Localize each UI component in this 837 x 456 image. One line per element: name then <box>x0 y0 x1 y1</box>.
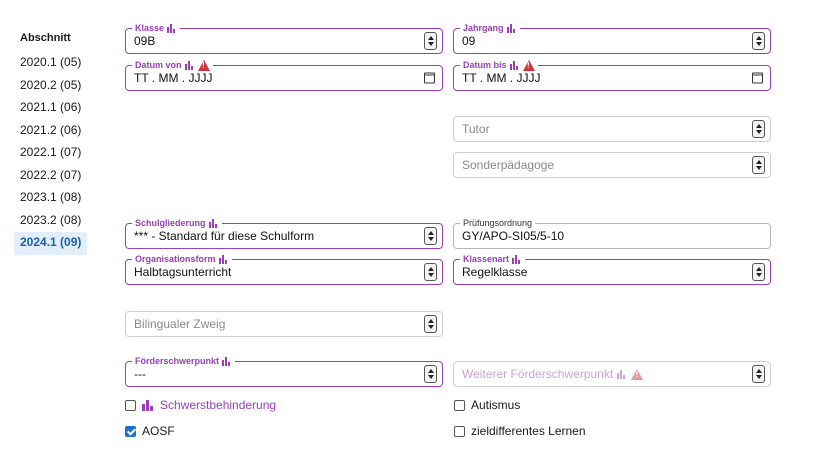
pruefungsordnung-field[interactable]: Prüfungsordnung GY/APO-SI05/5-10 <box>453 217 771 249</box>
bar-chart-icon <box>167 23 177 33</box>
foerderschwerpunkt-value: --- <box>134 367 146 381</box>
bilingualer-zweig-select[interactable]: Bilingualer Zweig <box>125 311 443 337</box>
jahrgang-value: 09 <box>462 34 476 48</box>
sidebar-item-2023-2[interactable]: 2023.2 (08) <box>14 210 104 233</box>
sidebar-item-2024-1[interactable]: 2024.1 (09) <box>14 232 87 255</box>
sonderpaedagoge-select[interactable]: Sonderpädagoge <box>453 152 771 178</box>
klasse-select[interactable]: Klasse 09B <box>125 22 443 54</box>
checkbox-box[interactable] <box>454 399 465 411</box>
datum-bis-value: TT . MM . JJJJ <box>462 71 541 85</box>
datum-bis-input[interactable]: Datum bis TT . MM . JJJJ <box>453 59 771 91</box>
schwerstbehinderung-label: Schwerstbehinderung <box>160 398 277 412</box>
sonderpaedagoge-placeholder: Sonderpädagoge <box>462 158 555 172</box>
jahrgang-select[interactable]: Jahrgang 09 <box>453 22 771 54</box>
spinner-arrows-icon[interactable] <box>424 227 437 245</box>
sidebar-item-2021-1[interactable]: 2021.1 (06) <box>14 97 104 120</box>
tutor-placeholder: Tutor <box>462 122 490 136</box>
sidebar-item-2020-2[interactable]: 2020.2 (05) <box>14 75 104 98</box>
sidebar-item-2022-2[interactable]: 2022.2 (07) <box>14 165 104 188</box>
spinner-arrows-icon[interactable] <box>752 156 765 174</box>
autismus-label: Autismus <box>471 398 521 412</box>
calendar-icon[interactable] <box>752 72 763 84</box>
spinner-arrows-icon[interactable] <box>752 365 765 383</box>
sidebar-item-2020-1[interactable]: 2020.1 (05) <box>14 52 104 75</box>
spinner-arrows-icon[interactable] <box>424 263 437 281</box>
organisationsform-value: Halbtagsunterricht <box>134 265 232 279</box>
schwerstbehinderung-checkbox[interactable]: Schwerstbehinderung <box>125 398 276 412</box>
zieldifferentes-lernen-checkbox[interactable]: zieldifferentes Lernen <box>454 424 586 438</box>
sidebar-item-2023-1[interactable]: 2023.1 (08) <box>14 187 104 210</box>
bar-chart-icon <box>506 23 517 33</box>
foerderschwerpunkt-label: Förderschwerpunkt <box>132 355 236 367</box>
weiterer-foerderschwerpunkt-placeholder-text: Weiterer Förderschwerpunkt <box>462 367 614 381</box>
klassenart-select[interactable]: Klassenart Regelklasse <box>453 253 771 285</box>
section-sidebar: Abschnitt 2020.1 (05) 2020.2 (05) 2021.1… <box>14 26 104 255</box>
aosf-checkbox[interactable]: AOSF <box>125 424 175 438</box>
pruefungsordnung-value: GY/APO-SI05/5-10 <box>462 229 565 243</box>
schulgliederung-value: *** - Standard für diese Schulform <box>134 229 315 243</box>
zieldifferentes-lernen-label: zieldifferentes Lernen <box>471 424 586 438</box>
checkbox-box[interactable] <box>125 399 136 411</box>
spinner-arrows-icon[interactable] <box>424 365 437 383</box>
klasse-value: 09B <box>134 34 156 48</box>
warning-icon <box>631 368 644 380</box>
bar-chart-icon <box>617 369 627 379</box>
spinner-arrows-icon[interactable] <box>424 32 437 50</box>
datum-von-input[interactable]: Datum von TT . MM . JJJJ <box>125 59 443 91</box>
spinner-arrows-icon[interactable] <box>424 315 437 333</box>
aosf-label: AOSF <box>142 424 175 438</box>
sidebar-heading: Abschnitt <box>20 32 71 44</box>
organisationsform-select[interactable]: Organisationsform Halbtagsunterricht <box>125 253 443 285</box>
bilingualer-zweig-placeholder: Bilingualer Zweig <box>134 317 226 331</box>
schulgliederung-select[interactable]: Schulgliederung *** - Standard für diese… <box>125 217 443 249</box>
tutor-select[interactable]: Tutor <box>453 116 771 142</box>
spinner-arrows-icon[interactable] <box>752 32 765 50</box>
checkbox-box-checked[interactable] <box>125 425 136 437</box>
spinner-arrows-icon[interactable] <box>752 263 765 281</box>
weiterer-foerderschwerpunkt-placeholder: Weiterer Förderschwerpunkt <box>462 362 644 386</box>
klassenart-value: Regelklasse <box>462 265 528 279</box>
bar-chart-icon <box>142 399 154 411</box>
weiterer-foerderschwerpunkt-select[interactable]: Weiterer Förderschwerpunkt <box>453 361 771 387</box>
foerderschwerpunkt-label-text: Förderschwerpunkt <box>135 356 220 366</box>
spinner-arrows-icon[interactable] <box>752 120 765 138</box>
sidebar-item-2022-1[interactable]: 2022.1 (07) <box>14 142 104 165</box>
checkbox-box[interactable] <box>454 425 465 437</box>
datum-von-value: TT . MM . JJJJ <box>134 71 213 85</box>
calendar-icon[interactable] <box>424 72 435 84</box>
foerderschwerpunkt-select[interactable]: Förderschwerpunkt --- <box>125 355 443 387</box>
sidebar-item-2021-2[interactable]: 2021.2 (06) <box>14 120 104 143</box>
autismus-checkbox[interactable]: Autismus <box>454 398 520 412</box>
bar-chart-icon <box>222 356 232 366</box>
